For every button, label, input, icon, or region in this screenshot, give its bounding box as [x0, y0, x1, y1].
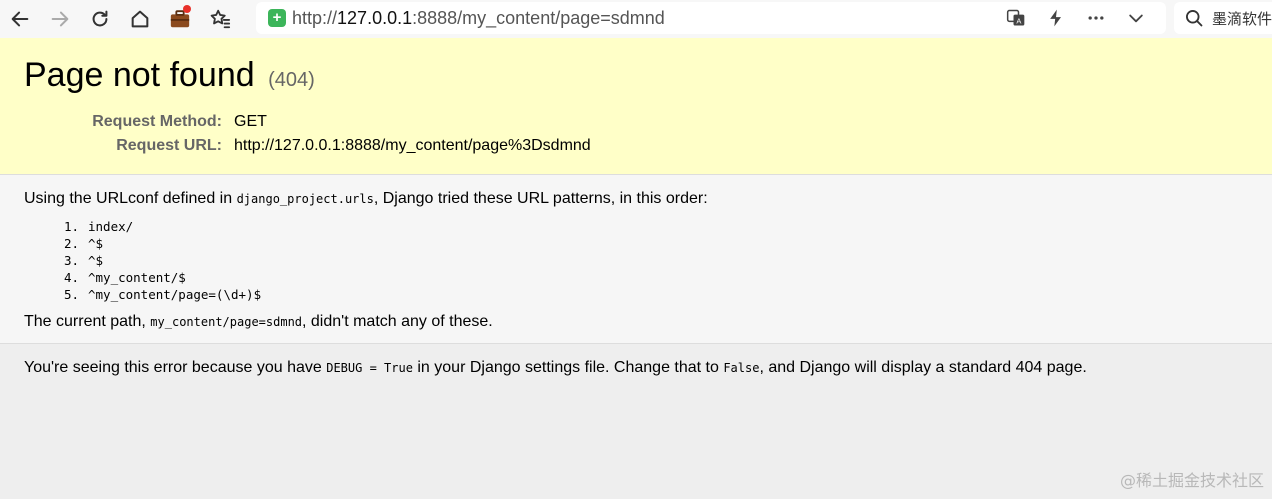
page-title-text: Page not found	[24, 56, 255, 94]
speed-button[interactable]	[1036, 2, 1076, 34]
intro-suffix: , Django tried these URL patterns, in th…	[373, 190, 708, 207]
url-pattern-list: 1. index/ 2. ^$ 3. ^$ 4. ^my_content/$ 5. ^my…	[64, 218, 261, 303]
back-icon	[11, 11, 29, 27]
back-button[interactable]	[0, 2, 40, 36]
current-suffix: , didn't match any of these.	[302, 313, 493, 330]
browser-toolbar: + http://127.0.0.1:8888/my_content/page=…	[0, 0, 1272, 38]
url-pattern-item: 4. ^my_content/$	[64, 269, 261, 286]
forward-button[interactable]	[40, 2, 80, 36]
request-method-label: Request Method:	[92, 113, 222, 130]
address-bar[interactable]: + http://127.0.0.1:8888/my_content/page=…	[256, 2, 1166, 34]
debug-setting: DEBUG = True	[326, 361, 413, 375]
more-icon	[1088, 16, 1104, 20]
dropdown-button[interactable]	[1116, 2, 1156, 34]
url-pattern-item: 5. ^my_content/page=(\d+)$	[64, 286, 261, 303]
translate-icon: A	[1006, 9, 1025, 26]
reload-button[interactable]	[80, 2, 120, 36]
request-url-value: http://127.0.0.1:8888/my_content/page%3D…	[234, 137, 591, 154]
urlconf-intro: Using the URLconf defined in django_proj…	[24, 190, 708, 208]
intro-prefix: Using the URLconf defined in	[24, 190, 237, 207]
reload-icon	[92, 10, 108, 27]
debug-explanation: You're seeing this error because you hav…	[0, 344, 1272, 499]
pattern-text: index/	[88, 219, 134, 234]
secure-icon: +	[268, 9, 286, 27]
url-path: :8888/my_content/page=sdmnd	[412, 7, 665, 28]
current-prefix: The current path,	[24, 313, 151, 330]
status-code: (404)	[268, 69, 315, 91]
request-url-label: Request URL:	[116, 137, 222, 154]
home-button[interactable]	[120, 2, 160, 36]
more-button[interactable]	[1076, 2, 1116, 34]
search-icon	[1185, 10, 1203, 27]
pattern-number: 3.	[64, 253, 80, 268]
request-method-value: GET	[234, 113, 267, 130]
current-path: my_content/page=sdmnd	[150, 315, 303, 329]
forward-icon	[51, 11, 69, 27]
notification-dot	[183, 5, 191, 13]
explanation-part2: in your Django settings file. Change tha…	[412, 359, 724, 376]
pattern-text: ^my_content/page=(\d+)$	[88, 287, 262, 302]
search-placeholder: 墨滴软件	[1211, 10, 1272, 28]
pattern-text: ^$	[88, 253, 104, 268]
search-box[interactable]: 墨滴软件	[1174, 2, 1272, 34]
error-info: Using the URLconf defined in django_proj…	[0, 175, 1272, 344]
svg-text:A: A	[1016, 16, 1021, 25]
explanation-text: You're seeing this error because you hav…	[24, 359, 1087, 377]
url-pattern-item: 3. ^$	[64, 252, 261, 269]
explanation-part1: You're seeing this error because you hav…	[24, 359, 327, 376]
pattern-text: ^$	[88, 236, 104, 251]
pattern-number: 5.	[64, 287, 80, 302]
pattern-text: ^my_content/$	[88, 270, 186, 285]
explanation-part3: , and Django will display a standard 404…	[759, 359, 1087, 376]
url-pattern-item: 2. ^$	[64, 235, 261, 252]
watermark: @稀土掘金技术社区	[1119, 471, 1264, 490]
urlconf-module: django_project.urls	[236, 192, 374, 206]
pattern-number: 1.	[64, 219, 80, 234]
url-host: 127.0.0.1	[337, 7, 413, 28]
pattern-number: 4.	[64, 270, 80, 285]
pattern-number: 2.	[64, 236, 80, 251]
translate-button[interactable]: A	[996, 2, 1036, 34]
chevron-down-icon	[1129, 14, 1143, 23]
extension-button[interactable]	[160, 2, 200, 36]
url-text[interactable]: http://127.0.0.1:8888/my_content/page=sd…	[292, 8, 665, 29]
url-scheme: http://	[292, 7, 338, 28]
home-icon	[131, 10, 149, 28]
url-pattern-item: 1. index/	[64, 218, 261, 235]
bookmark-star-icon	[210, 9, 231, 29]
request-method-row: Request Method: GET	[24, 111, 591, 135]
false-value: False	[723, 361, 760, 375]
bookmarks-button[interactable]	[200, 2, 240, 36]
request-url-row: Request URL: http://127.0.0.1:8888/my_co…	[24, 135, 591, 159]
current-path-message: The current path, my_content/page=sdmnd,…	[24, 313, 493, 331]
lightning-icon	[1050, 9, 1061, 27]
page-title: Page not found (404)	[24, 56, 315, 95]
error-summary: Page not found (404) Request Method: GET…	[0, 38, 1272, 175]
request-meta-table: Request Method: GET Request URL: http://…	[24, 111, 591, 159]
